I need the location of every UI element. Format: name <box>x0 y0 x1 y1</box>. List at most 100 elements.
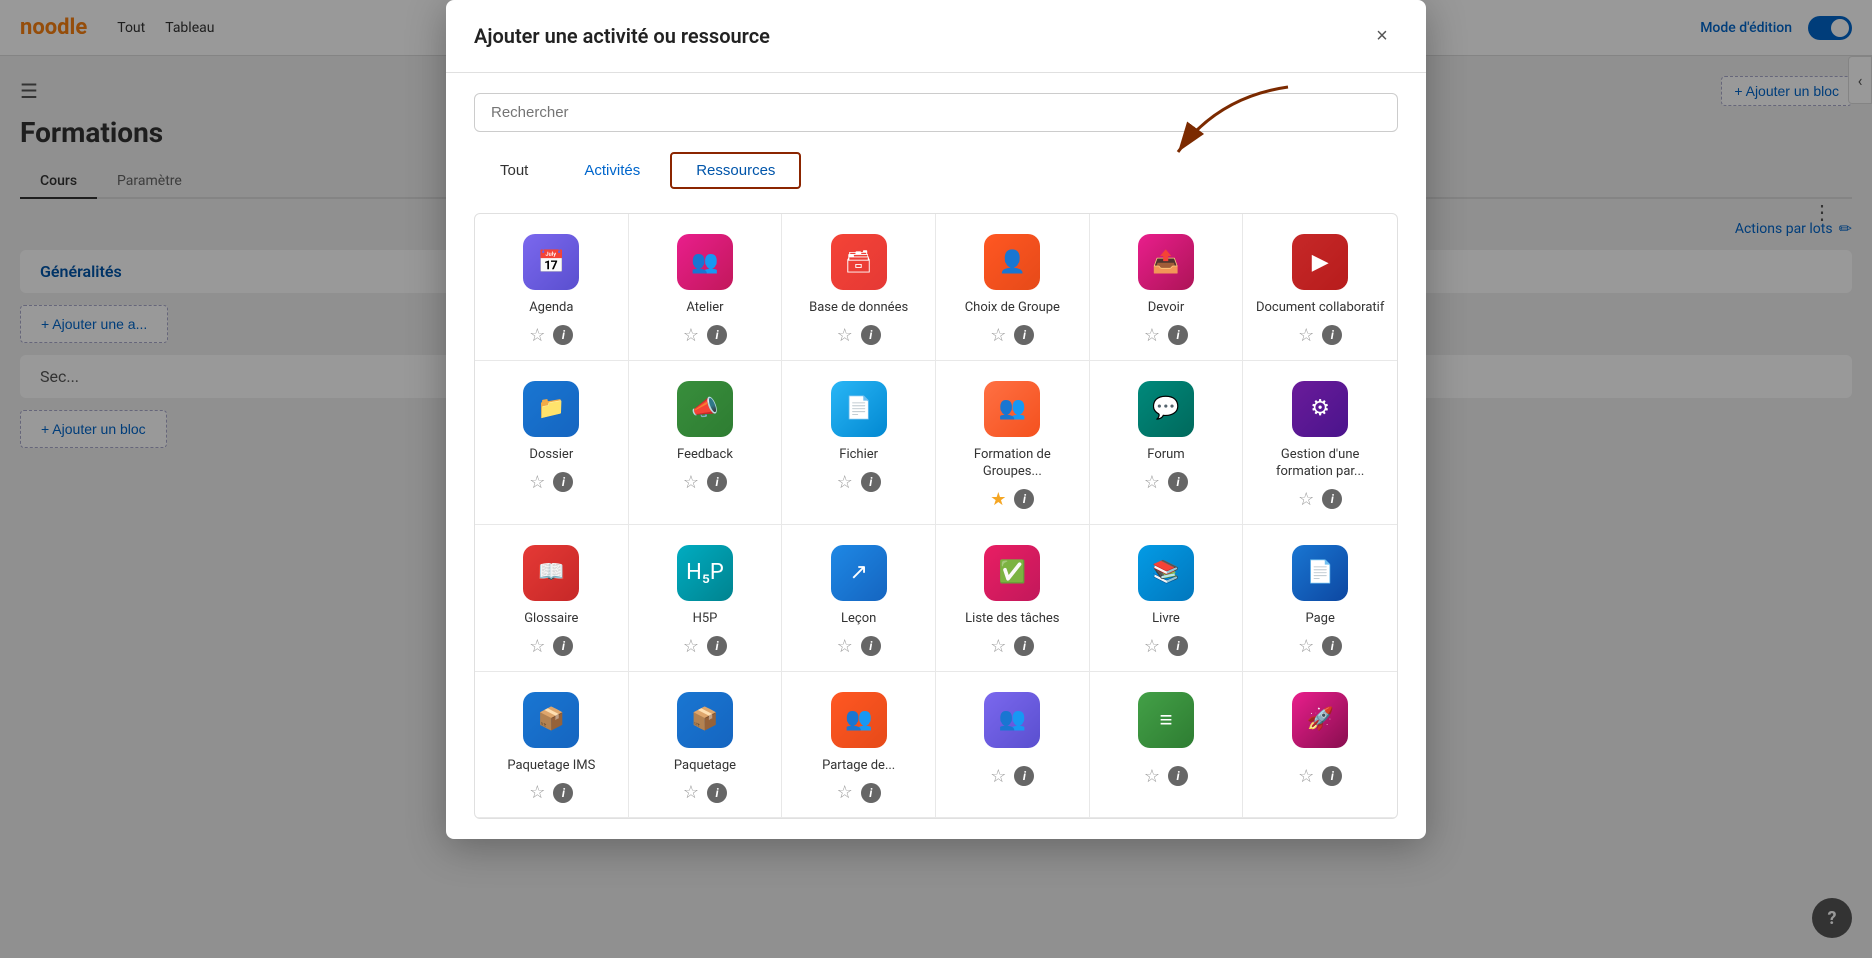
activity-name-formation-groupes: Formation de Groupes... <box>946 447 1079 481</box>
info-icon-forum[interactable]: i <box>1168 472 1188 492</box>
tab-ressources[interactable]: Ressources <box>670 152 801 189</box>
info-icon-h5p[interactable]: i <box>707 636 727 656</box>
filter-tabs: Tout Activités Ressources <box>474 152 1398 189</box>
info-icon-item23[interactable]: i <box>1168 766 1188 786</box>
activity-card-liste-taches[interactable]: ✅Liste des tâches☆i <box>936 525 1090 672</box>
star-icon-livre[interactable]: ☆ <box>1144 636 1160 657</box>
activity-card-page[interactable]: 📄Page☆i <box>1243 525 1397 672</box>
activity-card-devoir[interactable]: 📤Devoir☆i <box>1090 214 1244 361</box>
info-icon-choix-groupe[interactable]: i <box>1014 325 1034 345</box>
activity-card-base-donnees[interactable]: 🗃Base de données☆i <box>782 214 936 361</box>
info-icon-item24[interactable]: i <box>1322 766 1342 786</box>
star-icon-page[interactable]: ☆ <box>1298 636 1314 657</box>
activity-card-agenda[interactable]: 📅Agenda☆i <box>475 214 629 361</box>
star-icon-h5p[interactable]: ☆ <box>683 636 699 657</box>
info-icon-devoir[interactable]: i <box>1168 325 1188 345</box>
activity-name-forum: Forum <box>1147 447 1184 464</box>
star-icon-item23[interactable]: ☆ <box>1144 766 1160 787</box>
info-icon-gestion-formation[interactable]: i <box>1322 489 1342 509</box>
activity-icon-livre: 📚 <box>1138 545 1194 601</box>
activity-name-agenda: Agenda <box>529 300 573 317</box>
star-icon-devoir[interactable]: ☆ <box>1144 325 1160 346</box>
info-icon-livre[interactable]: i <box>1168 636 1188 656</box>
activity-icon-liste-taches: ✅ <box>984 545 1040 601</box>
modal-header: Ajouter une activité ou ressource × <box>446 0 1426 73</box>
activity-card-item24[interactable]: 🚀 ☆ i <box>1243 672 1397 819</box>
activity-actions-document-collaboratif: ☆i <box>1298 325 1342 346</box>
star-icon-item22[interactable]: ☆ <box>990 766 1006 787</box>
activity-card-forum[interactable]: 💬Forum☆i <box>1090 361 1244 525</box>
activity-name-choix-groupe: Choix de Groupe <box>965 300 1060 317</box>
activity-card-dossier[interactable]: 📁Dossier☆i <box>475 361 629 525</box>
info-icon-glossaire[interactable]: i <box>553 636 573 656</box>
info-icon-lecon[interactable]: i <box>861 636 881 656</box>
star-icon-formation-groupes[interactable]: ★ <box>990 489 1006 510</box>
info-icon-base-donnees[interactable]: i <box>861 325 881 345</box>
info-icon-paquetage[interactable]: i <box>707 783 727 803</box>
info-icon-partage-de[interactable]: i <box>861 783 881 803</box>
star-icon-choix-groupe[interactable]: ☆ <box>990 325 1006 346</box>
activity-card-paquetage[interactable]: 📦Paquetage☆i <box>629 672 783 819</box>
activity-card-document-collaboratif[interactable]: ▶Document collaboratif☆i <box>1243 214 1397 361</box>
activity-card-glossaire[interactable]: 📖Glossaire☆i <box>475 525 629 672</box>
star-icon-liste-taches[interactable]: ☆ <box>990 636 1006 657</box>
info-icon-formation-groupes[interactable]: i <box>1014 489 1034 509</box>
star-icon-paquetage[interactable]: ☆ <box>683 782 699 803</box>
info-icon-page[interactable]: i <box>1322 636 1342 656</box>
activity-card-fichier[interactable]: 📄Fichier☆i <box>782 361 936 525</box>
activity-actions-liste-taches: ☆i <box>990 636 1034 657</box>
activity-icon-paquetage: 📦 <box>677 692 733 748</box>
info-icon-document-collaboratif[interactable]: i <box>1322 325 1342 345</box>
star-icon-fichier[interactable]: ☆ <box>837 472 853 493</box>
info-icon-dossier[interactable]: i <box>553 472 573 492</box>
activity-card-gestion-formation[interactable]: ⚙Gestion d'une formation par...☆i <box>1243 361 1397 525</box>
activity-actions-partage-de: ☆i <box>837 782 881 803</box>
activity-actions-choix-groupe: ☆i <box>990 325 1034 346</box>
info-icon-fichier[interactable]: i <box>861 472 881 492</box>
star-icon-paquetage-ims[interactable]: ☆ <box>529 782 545 803</box>
modal-close-button[interactable]: × <box>1366 20 1398 52</box>
star-icon-dossier[interactable]: ☆ <box>529 472 545 493</box>
activity-actions-devoir: ☆i <box>1144 325 1188 346</box>
star-icon-glossaire[interactable]: ☆ <box>529 636 545 657</box>
star-icon-item24[interactable]: ☆ <box>1298 766 1314 787</box>
star-icon-partage-de[interactable]: ☆ <box>837 782 853 803</box>
tab-activites[interactable]: Activités <box>558 152 666 189</box>
star-icon-feedback[interactable]: ☆ <box>683 472 699 493</box>
modal-body: Tout Activités Ressources 📅Agenda☆i👥Atel… <box>446 73 1426 839</box>
star-icon-base-donnees[interactable]: ☆ <box>837 325 853 346</box>
info-icon-agenda[interactable]: i <box>553 325 573 345</box>
activity-card-partage-de[interactable]: 👥Partage de...☆i <box>782 672 936 819</box>
star-icon-document-collaboratif[interactable]: ☆ <box>1298 325 1314 346</box>
activity-card-paquetage-ims[interactable]: 📦Paquetage IMS☆i <box>475 672 629 819</box>
star-icon-forum[interactable]: ☆ <box>1144 472 1160 493</box>
activity-card-atelier[interactable]: 👥Atelier☆i <box>629 214 783 361</box>
info-icon-liste-taches[interactable]: i <box>1014 636 1034 656</box>
activity-card-feedback[interactable]: 📣Feedback☆i <box>629 361 783 525</box>
activity-actions-forum: ☆i <box>1144 472 1188 493</box>
star-icon-gestion-formation[interactable]: ☆ <box>1298 489 1314 510</box>
info-icon-paquetage-ims[interactable]: i <box>553 783 573 803</box>
activity-actions-item23: ☆i <box>1144 766 1188 787</box>
activity-card-item22[interactable]: 👥☆i <box>936 672 1090 819</box>
activity-actions-item22: ☆i <box>990 766 1034 787</box>
activity-card-choix-groupe[interactable]: 👤Choix de Groupe☆i <box>936 214 1090 361</box>
star-icon-atelier[interactable]: ☆ <box>683 325 699 346</box>
activity-card-lecon[interactable]: ↗Leçon☆i <box>782 525 936 672</box>
tab-tout[interactable]: Tout <box>474 152 554 189</box>
activity-actions-gestion-formation: ☆i <box>1298 489 1342 510</box>
star-icon-agenda[interactable]: ☆ <box>529 325 545 346</box>
activity-card-h5p[interactable]: H₅PH5P☆i <box>629 525 783 672</box>
info-icon-feedback[interactable]: i <box>707 472 727 492</box>
star-icon-lecon[interactable]: ☆ <box>837 636 853 657</box>
activity-icon-item24: 🚀 <box>1292 692 1348 748</box>
activity-actions-livre: ☆i <box>1144 636 1188 657</box>
activity-actions-dossier: ☆i <box>529 472 573 493</box>
activity-icon-lecon: ↗ <box>831 545 887 601</box>
activity-card-livre[interactable]: 📚Livre☆i <box>1090 525 1244 672</box>
info-icon-item22[interactable]: i <box>1014 766 1034 786</box>
info-icon-atelier[interactable]: i <box>707 325 727 345</box>
activity-card-item23[interactable]: ≡☆i <box>1090 672 1244 819</box>
activity-card-formation-groupes[interactable]: 👥Formation de Groupes...★i <box>936 361 1090 525</box>
search-input[interactable] <box>474 93 1398 132</box>
